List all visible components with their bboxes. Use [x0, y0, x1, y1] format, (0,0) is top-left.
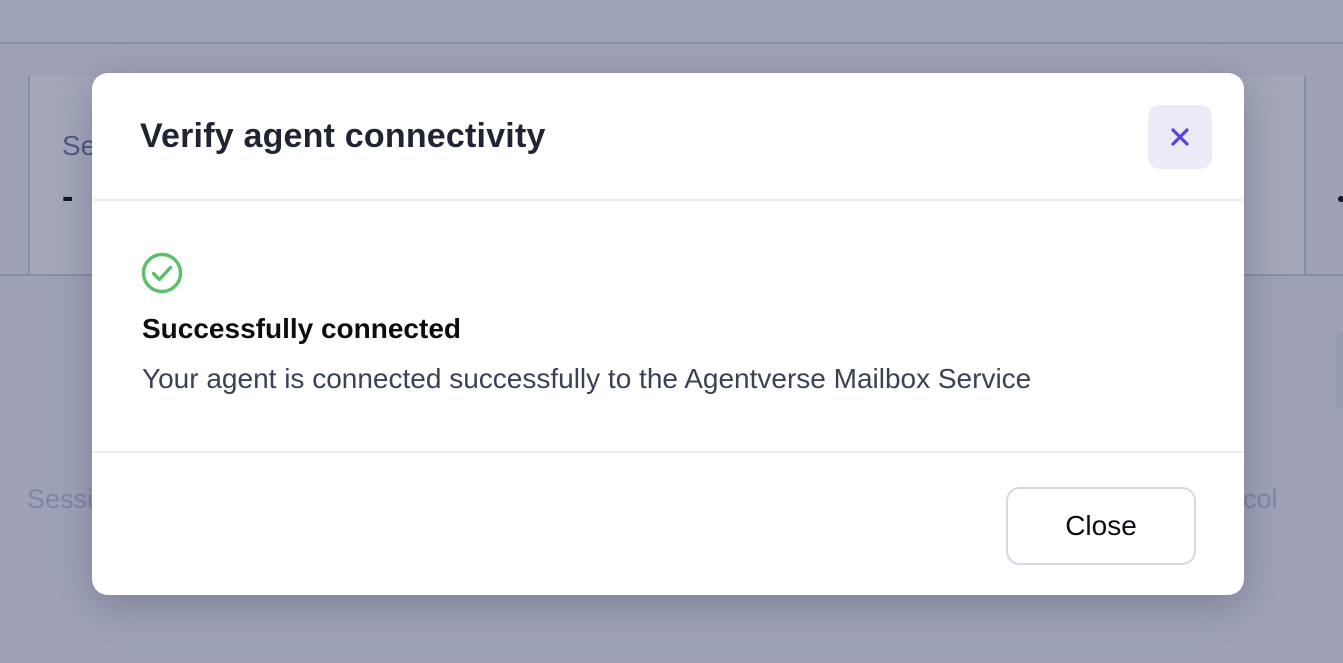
close-button[interactable]: Close — [1006, 487, 1196, 565]
verify-connectivity-dialog: Verify agent connectivity Successfully c… — [92, 73, 1244, 595]
dialog-footer: Close — [92, 451, 1244, 595]
close-x-icon — [1171, 128, 1189, 146]
page: Se - Sessi ocol Verify agent connectivit… — [0, 0, 1343, 663]
check-circle-icon — [141, 252, 183, 294]
dialog-body: Successfully connected Your agent is con… — [92, 201, 1244, 451]
dialog-close-button[interactable] — [1148, 105, 1212, 169]
dialog-title: Verify agent connectivity — [140, 117, 546, 155]
status-title: Successfully connected — [142, 313, 462, 344]
status-description: Your agent is connected successfully to … — [142, 363, 1032, 394]
dialog-header: Verify agent connectivity — [92, 73, 1244, 201]
